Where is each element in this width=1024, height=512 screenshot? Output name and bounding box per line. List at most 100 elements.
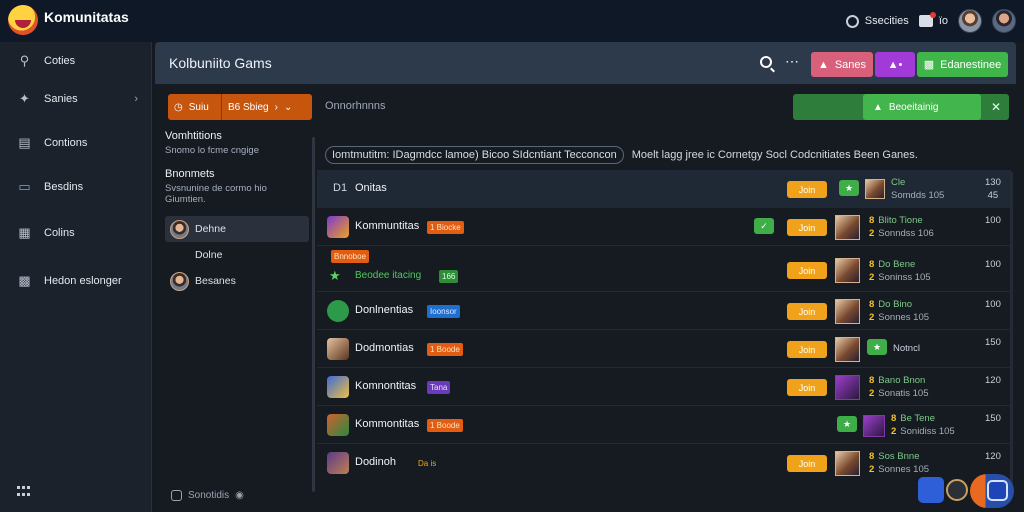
status-line-1: Blito Tione — [878, 215, 923, 226]
list-item[interactable]: Kommontitas 1 Boode ★ 8 Be Tene 2 Sonidiss … — [317, 406, 1011, 444]
row-count: 100 — [985, 259, 1001, 270]
info-chip[interactable]: Iomtmutitm: IDagmdcc lamoe) Bicoo SIdcnt… — [325, 146, 624, 164]
game-thumbnail[interactable] — [863, 415, 885, 437]
join-button[interactable]: Join — [787, 219, 827, 236]
settings-fab-button[interactable] — [946, 479, 968, 501]
row-status: 8 Do Bino 2 Sonnes 105 — [869, 299, 930, 323]
list-item[interactable]: Donlnentias Ioonsor Join 8 Do Bino 2 Sonnes… — [317, 292, 1011, 330]
search-icon: ⚲ — [19, 53, 30, 68]
sanes-button[interactable]: ▲ Sanes — [811, 52, 873, 77]
status-line-2: Sonatis 105 — [878, 388, 929, 399]
row-count: 150 — [985, 337, 1001, 348]
list-description-text: Moelt lagg jree ic Cornetgy Socl Codcnit… — [631, 149, 918, 161]
status-line-1: Cle — [891, 177, 906, 188]
join-button[interactable]: Join — [787, 303, 827, 320]
row-status: 8 Bano Bnon 2 Sonatis 105 — [869, 375, 929, 399]
notifications-label: ïo — [938, 15, 948, 27]
apps-grid-icon[interactable] — [17, 486, 30, 498]
status-line-1: Be Tene — [900, 413, 935, 424]
join-button[interactable]: Join — [787, 379, 827, 396]
row-status: 8 Do Bene 2 Soninss 105 — [869, 259, 931, 283]
top-search-button[interactable]: Ssecities — [845, 14, 909, 28]
sidebar-item-besdins[interactable]: ▭ Besdins — [0, 172, 152, 202]
game-thumbnail[interactable] — [835, 451, 860, 476]
app-logo-icon[interactable] — [8, 5, 38, 35]
top-bar-actions: Ssecities ïo — [845, 0, 1016, 42]
row-name: Dodmontias — [355, 342, 414, 354]
sidebar-item-contions[interactable]: ▤ Contions — [0, 128, 152, 158]
game-thumbnail[interactable] — [835, 375, 860, 400]
search-icon[interactable] — [760, 56, 772, 68]
row-count: 100 — [985, 299, 1001, 310]
sidebar-item-hedon-eslonger[interactable]: ▩ Hedon eslonger — [0, 266, 152, 296]
chevron-down-icon: ⌄ — [283, 101, 293, 113]
chat-fab-button[interactable] — [918, 477, 944, 503]
sidebar-item-label: Hedon eslonger — [44, 275, 122, 287]
filter-dropdown[interactable]: ◷ Suiu B6 Sbieg › ⌄ — [168, 94, 312, 120]
app-title: Komunitatas — [44, 9, 129, 25]
more-options-icon[interactable]: ⋯ — [785, 53, 800, 70]
filter-seg2-label: B6 Sbieg — [228, 101, 269, 113]
row-status: Cle Somdds 105 — [891, 176, 944, 202]
game-thumbnail[interactable] — [835, 215, 860, 240]
user-avatar[interactable] — [958, 9, 982, 33]
game-thumbnail[interactable] — [835, 258, 860, 283]
list-item[interactable]: Kommuntitas 1 Biocke ✓ Join 8 Blito Tione… — [317, 208, 1011, 246]
search-icon — [845, 14, 859, 28]
join-button[interactable]: Join — [787, 455, 827, 472]
game-thumbnail[interactable] — [835, 299, 860, 324]
user-avatar-secondary[interactable] — [992, 9, 1016, 33]
join-button[interactable]: Join — [787, 341, 827, 358]
member-item[interactable]: Dolne — [165, 242, 309, 268]
avatar — [327, 338, 349, 360]
beoeitainig-button[interactable]: ▲ Beoeitainig — [863, 94, 981, 120]
star-icon: ★ — [837, 416, 857, 432]
game-thumbnail[interactable] — [835, 337, 860, 362]
join-button[interactable]: Join — [787, 181, 827, 198]
warning-icon: ▲ — [817, 58, 829, 71]
sidebar-item-label: Sanies — [44, 93, 78, 105]
panel-footer-label: Sonotidis — [188, 490, 230, 501]
game-thumbnail[interactable] — [865, 179, 885, 199]
filter-segment-sbieg[interactable]: B6 Sbieg › ⌄ — [222, 102, 292, 113]
violet-action-button[interactable]: ▲• — [875, 52, 915, 77]
panel-divider[interactable] — [312, 137, 315, 492]
join-bar: ▲ Beoeitainig ✕ — [793, 94, 1009, 120]
notifications-button[interactable]: ïo — [918, 12, 948, 27]
up-arrow-icon: ▲ — [873, 101, 883, 113]
list-item[interactable]: Dodinoh Da is Join 8 Sos Bnne 2 Sonnes 105 … — [317, 444, 1011, 482]
sidebar-item-coties[interactable]: ⚲ Coties — [0, 46, 152, 76]
game-icon — [327, 216, 349, 238]
member-item[interactable]: Besanes — [165, 268, 309, 294]
panel-subtext-1: Snomo lo fcme cngige — [165, 145, 259, 156]
filter-segment-suiu[interactable]: ◷ Suiu — [168, 94, 222, 120]
page-header: Kolbuniito Gams ⋯ ▲ Sanes ▲• ▩ Edanestin… — [155, 42, 1016, 84]
sidebar-item-label: Contions — [44, 137, 88, 149]
member-item[interactable]: Dehne — [165, 216, 309, 242]
row-name: Dodinoh — [355, 456, 396, 468]
list-item[interactable]: Komnontitas Tana Join 8 Bano Bnon 2 Sonatis… — [317, 368, 1011, 406]
row-badge: 1 Biocke — [427, 221, 464, 234]
table-header-row: D1 Onitas Join ★ Cle Somdds 105 130 45 — [317, 170, 1011, 208]
list-scrollbar[interactable] — [1010, 172, 1013, 492]
row-name: Komnontitas — [355, 380, 417, 392]
list-item[interactable]: Bnnoboe ★ Beodee itacing 166 Join 8 Do Be… — [317, 246, 1011, 292]
edanestinee-button[interactable]: ▩ Edanestinee — [917, 52, 1008, 77]
join-button[interactable]: Join — [787, 262, 827, 279]
close-icon[interactable]: ✕ — [991, 100, 1001, 114]
sidebar-item-sanies[interactable]: ✦ Sanies › — [0, 84, 152, 114]
row-badge: 1 Boode — [427, 419, 463, 432]
panel-subtext-2: Svsnunine de cormo hio Giumtien. — [165, 183, 267, 205]
row-badge: Bnnoboe — [331, 250, 370, 263]
discord-fab-button[interactable] — [970, 474, 1014, 508]
star-icon: ★ — [329, 268, 341, 283]
panel-footer[interactable]: Sonotidis ◉ — [171, 490, 244, 501]
star-icon: ★ — [867, 339, 887, 355]
tools-icon: ✦ — [19, 91, 30, 106]
sidebar-item-colins[interactable]: ▦ Colins — [0, 218, 152, 248]
row-count: 120 — [985, 375, 1001, 386]
join-bar-label: Beoeitainig — [888, 101, 939, 113]
status-line-1: Bano Bnon — [878, 375, 926, 386]
join-button-label: Join — [798, 265, 816, 276]
list-item[interactable]: Dodmontias 1 Boode Join ★ Notncl 150 — [317, 330, 1011, 368]
